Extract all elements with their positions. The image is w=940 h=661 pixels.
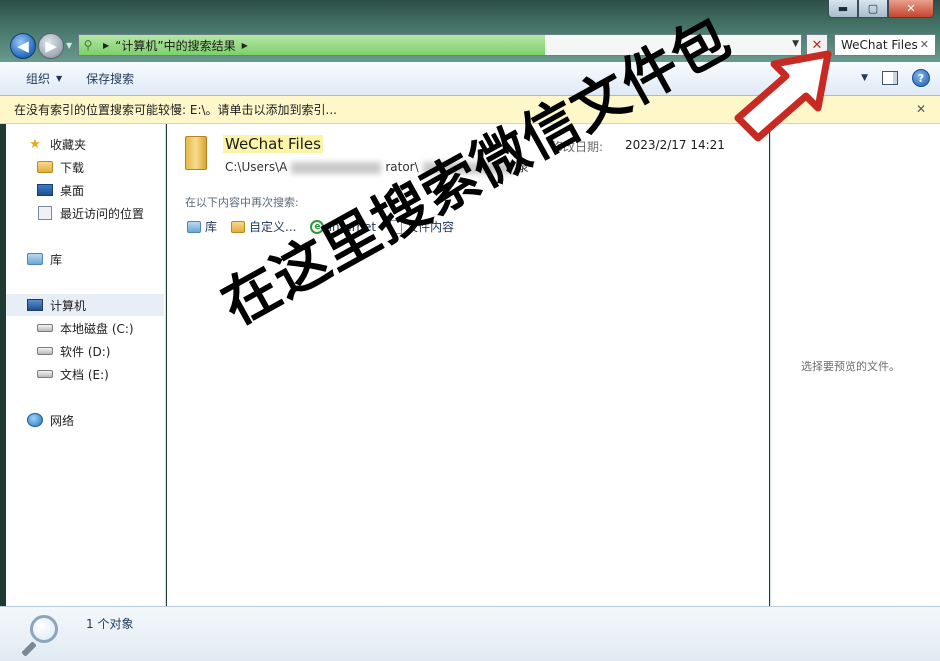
result-name[interactable]: WeChat Files [223,135,323,153]
network-icon [26,412,44,428]
back-button[interactable]: ◀ [10,33,36,59]
back-arrow-icon: ◀ [17,37,29,55]
libraries-icon [26,251,44,267]
sidebar-item-label: 文档 (E:) [60,367,109,382]
search-again-heading: 在以下内容中再次搜索: [185,196,299,209]
sidebar-item-label: 库 [50,252,63,267]
sidebar-item-drive-e[interactable]: 文档 (E:) [36,363,109,385]
search-folder-icon: ⚲ [83,38,93,52]
save-search-button[interactable]: 保存搜索 [74,70,146,87]
sidebar-item-label: 桌面 [60,183,85,198]
sidebar-item-libraries[interactable]: 库 [26,248,62,270]
clear-search-icon[interactable]: ✕ [920,38,929,51]
search-input-value: WeChat Files [841,38,918,52]
magnifier-handle [21,641,37,657]
view-options-dropdown-icon[interactable]: ▼ [861,73,868,83]
status-bar: 1 个对象 [0,606,940,661]
recent-places-icon [36,205,54,221]
index-warning-text: 在没有索引的位置搜索可能较慢: E:\。请单击以添加到索引... [14,103,337,117]
libraries-icon [187,220,201,233]
organize-menu[interactable]: 组织 ▼ [14,70,74,87]
sidebar-item-label: 本地磁盘 (C:) [60,321,134,336]
magnifier-icon [30,615,58,643]
maximize-button[interactable]: ▢ [858,0,888,18]
sidebar-item-downloads[interactable]: 下载 [36,156,84,178]
sidebar-item-label: 计算机 [50,298,87,313]
downloads-folder-icon [36,159,54,175]
breadcrumb-separator-icon[interactable]: ▶ [242,41,248,50]
sidebar-item-recent[interactable]: 最近访问的位置 [36,202,144,224]
sidebar-item-drive-d[interactable]: 软件 (D:) [36,340,110,362]
custom-folder-icon [231,220,246,233]
drive-icon [36,343,54,359]
breadcrumb[interactable]: “计算机”中的搜索结果 [115,37,235,54]
preview-pane-icon[interactable] [882,71,898,85]
modified-date-value: 2023/2/17 14:21 [625,138,725,152]
save-search-label: 保存搜索 [86,72,135,86]
sidebar-item-label: 网络 [50,413,75,428]
sidebar-item-favorites[interactable]: ★ 收藏夹 [26,133,86,155]
sidebar-item-drive-c[interactable]: 本地磁盘 (C:) [36,317,134,339]
preview-pane: 选择要预览的文件。 [770,124,940,606]
search-again-libraries[interactable]: 库 [187,218,217,235]
star-icon: ★ [29,136,41,152]
search-input[interactable]: WeChat Files ✕ [834,34,936,56]
organize-label: 组织 [26,72,51,86]
forward-arrow-icon: ▶ [45,37,57,55]
drive-icon [36,366,54,382]
item-count: 1 个对象 [86,617,134,631]
sidebar-item-network[interactable]: 网络 [26,409,74,431]
close-button[interactable]: ✕ [888,0,934,18]
sidebar-item-label: 下载 [60,160,85,175]
sidebar-item-desktop[interactable]: 桌面 [36,179,84,201]
preview-empty-text: 选择要预览的文件。 [801,360,900,373]
toolbar-right: ▼ ? [861,69,930,87]
minimize-button[interactable]: ▬ [828,0,858,18]
breadcrumb-separator-icon[interactable]: ▶ [103,41,109,50]
system-drive-icon [36,320,54,336]
navigation-pane: ★ 收藏夹 下载 桌面 最近访问的位置 库 计算机 本地磁盘 (C:) 软件 (… [6,124,166,606]
sidebar-item-label: 收藏夹 [50,137,87,152]
forward-button[interactable]: ▶ [38,33,64,59]
computer-icon [26,297,44,313]
close-icon[interactable]: ✕ [916,102,926,116]
recent-pages-dropdown-icon[interactable]: ▼ [66,41,72,50]
desktop-icon [36,182,54,198]
sidebar-item-computer[interactable]: 计算机 [6,294,164,316]
sidebar-item-label: 软件 (D:) [60,344,111,359]
sidebar-item-label: 最近访问的位置 [60,206,145,221]
folder-icon [185,136,207,170]
help-icon[interactable]: ? [912,69,930,87]
window-controls: ▬ ▢ ✕ [828,0,934,18]
chevron-down-icon: ▼ [56,74,63,83]
